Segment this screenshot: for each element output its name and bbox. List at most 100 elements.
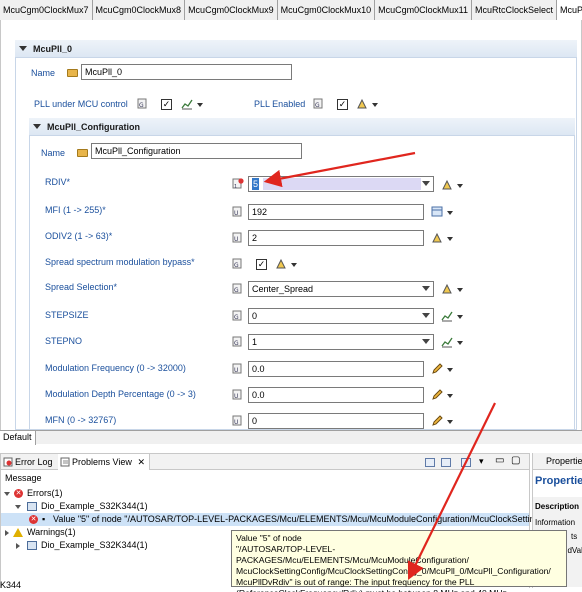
- maximize-icon[interactable]: ▢: [511, 455, 520, 466]
- tab-mcucgm0clockmux11[interactable]: McuCgm0ClockMux11: [375, 0, 472, 20]
- tab-mcucgm0clockmux9[interactable]: McuCgm0ClockMux9: [185, 0, 278, 20]
- chart-icon[interactable]: [441, 310, 453, 322]
- variant-icon[interactable]: U: [232, 232, 244, 244]
- pll-enabled-label: PLL Enabled: [254, 99, 306, 109]
- config-name-input[interactable]: McuPll_Configuration: [91, 143, 302, 159]
- mcupll-section-header[interactable]: McuPll_0: [15, 40, 577, 57]
- chevron-down-icon[interactable]: [447, 368, 453, 372]
- variant-icon[interactable]: G: [232, 336, 244, 348]
- name-label: Name: [31, 68, 56, 78]
- chevron-down-icon[interactable]: [457, 184, 463, 188]
- mfi-input[interactable]: 192: [248, 204, 424, 220]
- stepsize-combo[interactable]: 0: [248, 308, 434, 324]
- expand-icon[interactable]: [4, 492, 10, 496]
- minimize-icon[interactable]: ▭: [495, 455, 504, 466]
- warnings-label: Warnings(1): [27, 527, 76, 537]
- tab-mcupll[interactable]: McuPLL: [557, 0, 582, 20]
- variant-icon[interactable]: G: [313, 98, 325, 110]
- chevron-down-icon[interactable]: [422, 339, 430, 344]
- chart-icon[interactable]: [441, 336, 453, 348]
- pencil-icon[interactable]: [431, 389, 443, 401]
- tree-row-error-project[interactable]: Dio_Example_S32K344(1): [1, 500, 529, 513]
- link-icon[interactable]: [441, 458, 451, 467]
- chevron-down-icon[interactable]: [422, 313, 430, 318]
- variant-icon[interactable]: U: [232, 206, 244, 218]
- tree-row-error-message[interactable]: ✕ ▪ Value "5" of node "/AUTOSAR/TOP-LEVE…: [1, 513, 540, 526]
- pencil-icon[interactable]: [431, 415, 443, 427]
- chevron-down-icon[interactable]: [197, 103, 203, 107]
- tree-row-errors[interactable]: ✕ Errors(1): [1, 487, 529, 500]
- spread-selection-combo[interactable]: Center_Spread: [248, 281, 434, 297]
- collapse-icon[interactable]: [19, 46, 27, 51]
- variant-icon[interactable]: G: [232, 258, 244, 270]
- table-icon[interactable]: [431, 206, 443, 218]
- chevron-down-icon[interactable]: [457, 341, 463, 345]
- expand-icon[interactable]: [15, 505, 21, 509]
- expand-icon[interactable]: [16, 543, 20, 549]
- properties-description[interactable]: Description: [535, 502, 579, 511]
- variant-icon[interactable]: U: [232, 389, 244, 401]
- collapse-all-icon[interactable]: [425, 458, 435, 467]
- chevron-down-icon[interactable]: [447, 394, 453, 398]
- folder-icon[interactable]: [67, 69, 78, 77]
- tab-mcucgm0clockmux8[interactable]: McuCgm0ClockMux8: [92, 0, 186, 20]
- chevron-down-icon[interactable]: [291, 263, 297, 267]
- rdiv-combo[interactable]: 5: [248, 176, 434, 192]
- config-section-header[interactable]: McuPll_Configuration: [29, 118, 575, 135]
- error-variant-icon[interactable]: 1: [232, 178, 244, 190]
- chevron-down-icon[interactable]: [372, 103, 378, 107]
- rdiv-label: RDIV*: [45, 177, 71, 187]
- tab-error-log[interactable]: Error Log: [1, 454, 57, 470]
- pll-under-mcu-label: PLL under MCU control: [34, 99, 128, 109]
- svg-text:1: 1: [234, 184, 237, 190]
- odiv2-input[interactable]: 2: [248, 230, 424, 246]
- variant-icon[interactable]: G: [137, 98, 149, 110]
- pll-enabled-checkbox[interactable]: ✓: [337, 99, 348, 110]
- pll-under-mcu-checkbox[interactable]: ✓: [161, 99, 172, 110]
- mod-depth-input[interactable]: 0.0: [248, 387, 424, 403]
- properties-row-a: ts: [571, 532, 578, 541]
- calc-icon[interactable]: [441, 283, 453, 295]
- svg-text:G: G: [234, 340, 239, 347]
- chevron-down-icon[interactable]: [447, 211, 453, 215]
- calc-icon[interactable]: [441, 179, 453, 191]
- tab-mcucgm0clockmux10[interactable]: McuCgm0ClockMux10: [277, 0, 376, 20]
- calc-icon[interactable]: [275, 258, 287, 270]
- tab-problems-view[interactable]: Problems View ✕: [58, 454, 150, 470]
- chevron-down-icon[interactable]: [422, 181, 430, 186]
- chevron-down-icon[interactable]: [422, 286, 430, 291]
- editor-page-tabs: Default: [0, 430, 582, 445]
- svg-text:U: U: [234, 367, 238, 374]
- chart-icon[interactable]: [181, 98, 193, 110]
- view-menu-icon[interactable]: ▾: [479, 456, 484, 467]
- name-input[interactable]: McuPll_0: [81, 64, 292, 80]
- variant-icon[interactable]: U: [232, 415, 244, 427]
- mod-freq-input[interactable]: 0.0: [248, 361, 424, 377]
- tab-default[interactable]: Default: [0, 431, 36, 445]
- tab-properties[interactable]: Properties: [533, 453, 582, 470]
- collapse-icon[interactable]: [33, 124, 41, 129]
- pencil-icon[interactable]: [431, 363, 443, 375]
- chevron-down-icon[interactable]: [457, 288, 463, 292]
- properties-information[interactable]: Information: [535, 518, 575, 527]
- chevron-down-icon[interactable]: [447, 420, 453, 424]
- close-icon[interactable]: ✕: [137, 454, 145, 470]
- calc-icon[interactable]: [431, 232, 443, 244]
- mfn-input[interactable]: 0: [248, 413, 424, 429]
- calc-icon[interactable]: [356, 98, 368, 110]
- svg-text:G: G: [139, 102, 144, 109]
- folder-icon[interactable]: [77, 149, 88, 157]
- tab-mcucgm0clockmux7[interactable]: McuCgm0ClockMux7: [0, 0, 93, 20]
- column-header-message[interactable]: Message: [5, 472, 533, 485]
- problems-icon: [60, 457, 70, 467]
- filter-icon[interactable]: [461, 458, 471, 467]
- spread-bypass-checkbox[interactable]: ✓: [256, 259, 267, 270]
- variant-icon[interactable]: U: [232, 363, 244, 375]
- expand-icon[interactable]: [5, 530, 9, 536]
- variant-icon[interactable]: G: [232, 283, 244, 295]
- chevron-down-icon[interactable]: [457, 315, 463, 319]
- stepno-combo[interactable]: 1: [248, 334, 434, 350]
- chevron-down-icon[interactable]: [447, 237, 453, 241]
- tab-mcurtcclockselect[interactable]: McuRtcClockSelect: [471, 0, 558, 20]
- variant-icon[interactable]: G: [232, 310, 244, 322]
